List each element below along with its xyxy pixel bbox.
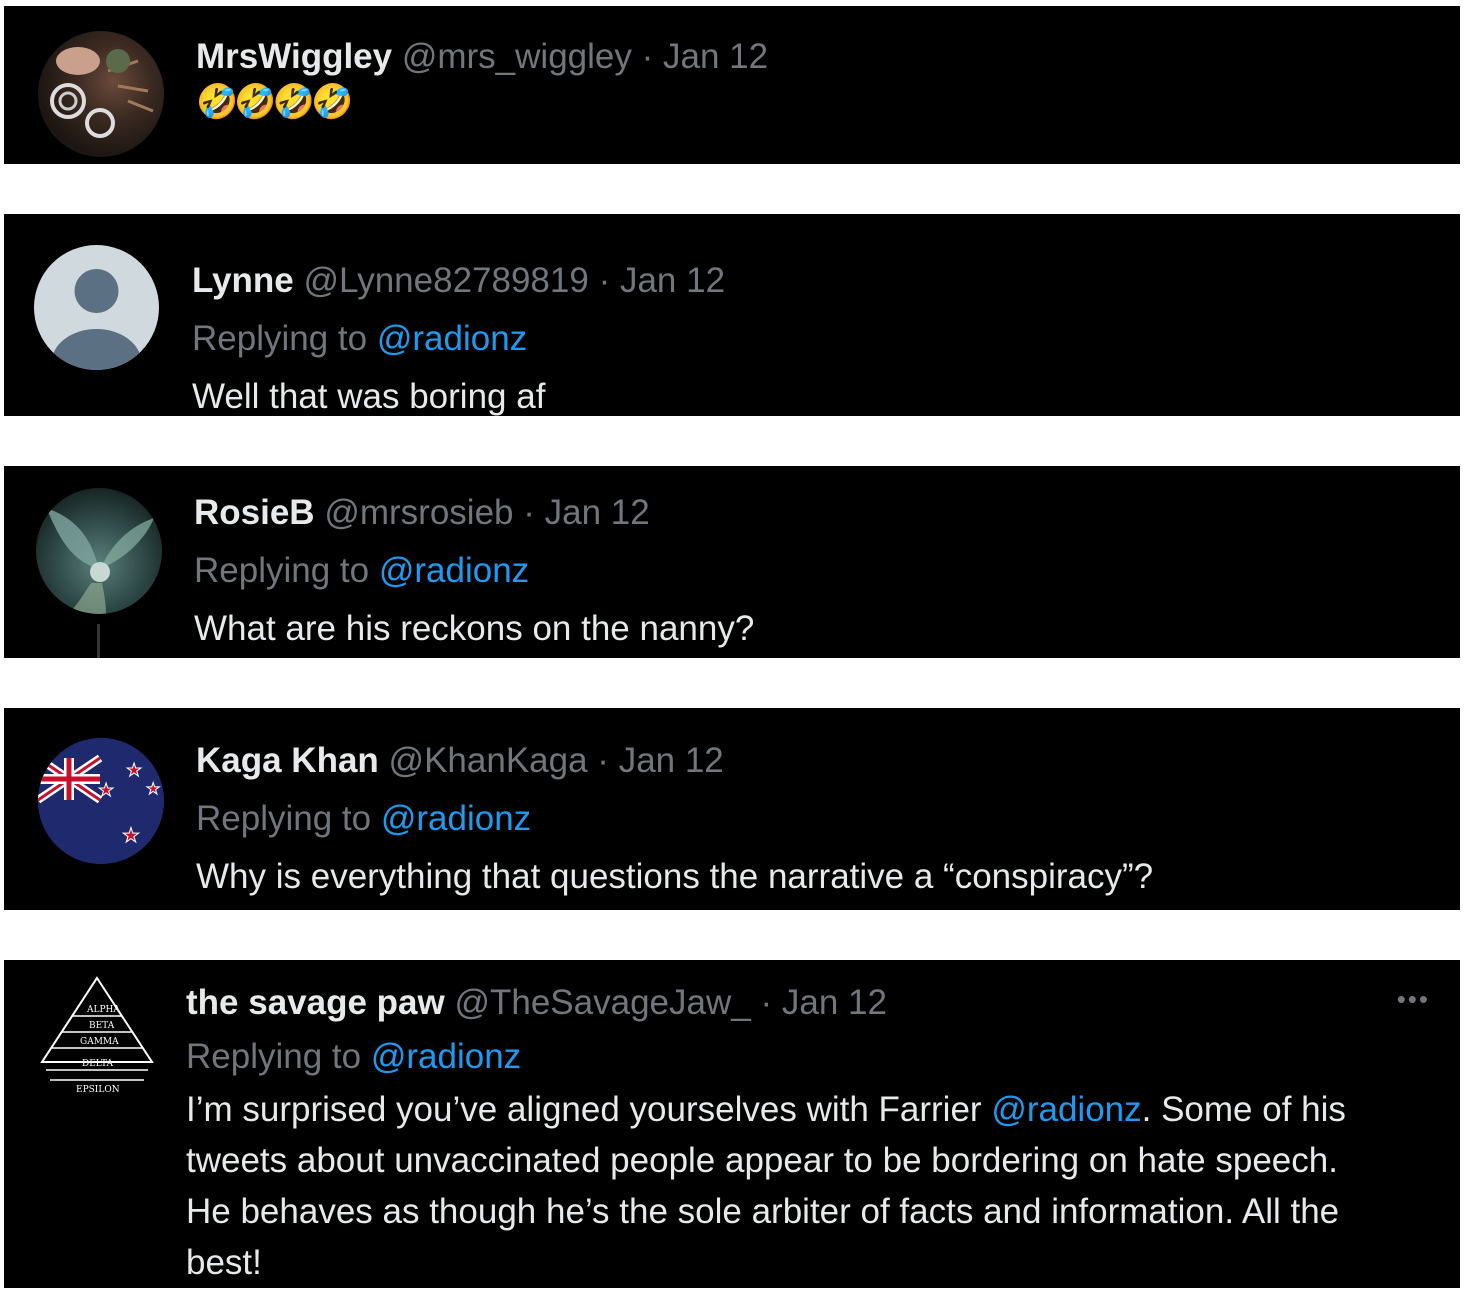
tweet-text: What are his reckons on the nanny? xyxy=(194,609,755,648)
avatar-label: GAMMA xyxy=(80,1037,119,1047)
mention-link[interactable]: @radionz xyxy=(991,1090,1141,1129)
tweet-thesavagejaw[interactable]: ALPHA BETA GAMMA DELTA EPSILON ••• the s… xyxy=(4,960,1460,1288)
author-name[interactable]: RosieB xyxy=(194,493,315,532)
svg-text:★: ★ xyxy=(98,780,114,801)
avatar[interactable] xyxy=(38,31,164,157)
author-handle[interactable]: @mrs_wiggley xyxy=(402,37,632,76)
author-handle[interactable]: @Lynne82789819 xyxy=(304,261,589,300)
avatar-label: EPSILON xyxy=(76,1085,120,1095)
avatar-label: DELTA xyxy=(82,1059,114,1069)
separator: · xyxy=(523,493,535,532)
mention-link[interactable]: @radionz xyxy=(381,799,531,838)
tweet-text-line: tweets about unvaccinated people appear … xyxy=(186,1141,1338,1180)
avatar[interactable] xyxy=(36,488,162,614)
author-name[interactable]: Kaga Khan xyxy=(196,741,379,780)
replying-to-label: Replying to xyxy=(194,551,370,590)
author-handle[interactable]: @mrsrosieb xyxy=(324,493,513,532)
svg-text:★: ★ xyxy=(146,779,160,798)
avatar-label: BETA xyxy=(89,1021,115,1031)
tweet-text: 🤣🤣🤣🤣 xyxy=(196,83,353,121)
more-options-icon[interactable]: ••• xyxy=(1397,984,1430,1015)
mention-link[interactable]: @radionz xyxy=(377,319,527,358)
tweet-text-line: best! xyxy=(186,1243,262,1282)
tweet-rosieb[interactable]: RosieB @mrsrosieb · Jan 12 Replying to @… xyxy=(4,466,1460,658)
separator: · xyxy=(597,741,609,780)
replying-to-label: Replying to xyxy=(196,799,372,838)
tweet-date[interactable]: Jan 12 xyxy=(620,261,725,300)
tweet-date[interactable]: Jan 12 xyxy=(545,493,650,532)
mention-link[interactable]: @radionz xyxy=(371,1037,521,1076)
author-handle[interactable]: @TheSavageJaw_ xyxy=(454,983,750,1022)
separator: · xyxy=(641,37,654,76)
tweet-text-segment: I’m surprised you’ve aligned yourselves … xyxy=(186,1090,992,1129)
svg-text:★: ★ xyxy=(126,760,142,781)
replying-to-label: Replying to xyxy=(186,1037,362,1076)
author-name[interactable]: MrsWiggley xyxy=(196,37,392,76)
svg-text:★: ★ xyxy=(122,823,140,847)
default-avatar-icon xyxy=(51,269,142,370)
avatar-label: ALPHA xyxy=(86,1005,120,1015)
tweet-text: Well that was boring af xyxy=(192,377,546,416)
separator: · xyxy=(760,983,773,1022)
avatar-image xyxy=(46,508,154,614)
separator: · xyxy=(598,261,611,300)
avatar[interactable]: ALPHA BETA GAMMA DELTA EPSILON xyxy=(32,970,162,1100)
flag-avatar-icon: ★ ★ ★ ★ xyxy=(38,738,164,864)
tweet-date[interactable]: Jan 12 xyxy=(782,983,887,1022)
thread-line xyxy=(97,624,100,658)
author-handle[interactable]: @KhanKaga xyxy=(389,741,588,780)
avatar[interactable]: ★ ★ ★ ★ xyxy=(38,738,164,864)
mention-link[interactable]: @radionz xyxy=(379,551,529,590)
replying-to-label: Replying to xyxy=(192,319,368,358)
avatar-image xyxy=(50,47,154,138)
avatar[interactable] xyxy=(34,245,159,370)
tweet-date[interactable]: Jan 12 xyxy=(619,741,724,780)
tweet-date[interactable]: Jan 12 xyxy=(663,37,768,76)
author-name[interactable]: Lynne xyxy=(192,261,294,300)
tweet-lynne[interactable]: Lynne @Lynne82789819 · Jan 12 Replying t… xyxy=(4,214,1460,416)
tweet-text-line: I’m surprised you’ve aligned yourselves … xyxy=(186,1084,1346,1135)
tweet-text: Why is everything that questions the nar… xyxy=(196,857,1154,896)
tweet-mrswiggley[interactable]: MrsWiggley @mrs_wiggley · Jan 12 🤣🤣🤣🤣 xyxy=(4,6,1460,164)
tweet-text-segment: . Some of his xyxy=(1141,1090,1346,1129)
author-name[interactable]: the savage paw xyxy=(186,983,445,1022)
tweet-kagakhan[interactable]: ★ ★ ★ ★ Kaga Khan @KhanKaga · Jan 12 Rep… xyxy=(4,708,1460,910)
pyramid-logo-icon: ALPHA BETA GAMMA DELTA EPSILON xyxy=(40,976,154,1095)
tweet-text-line: He behaves as though he’s the sole arbit… xyxy=(186,1192,1340,1231)
